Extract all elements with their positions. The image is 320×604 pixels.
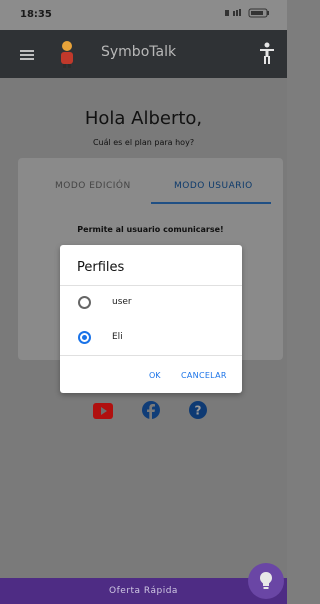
profiles-dialog: Perfiles user Eli OK CANCELAR [60, 245, 242, 393]
app-title: SymboTalk [101, 44, 177, 60]
tab-modo-usuario[interactable]: MODO USUARIO [174, 181, 253, 191]
radio-eli[interactable] [78, 331, 91, 344]
accessibility-icon[interactable] [259, 42, 275, 64]
menu-icon[interactable] [20, 50, 34, 60]
cancel-button[interactable]: CANCELAR [181, 371, 227, 380]
dialog-title: Perfiles [77, 260, 125, 275]
profile-option-user[interactable]: user [78, 295, 228, 313]
radio-user[interactable] [78, 296, 91, 309]
tab-modo-edicion[interactable]: MODO EDICIÓN [55, 181, 131, 191]
help-icon[interactable]: ? [188, 401, 208, 419]
tab-indicator [151, 202, 271, 204]
bottom-bar[interactable]: Oferta Rápida [0, 578, 287, 604]
quick-offer-fab[interactable] [248, 563, 284, 599]
lightbulb-icon [260, 572, 272, 589]
svg-text:?: ? [195, 404, 202, 418]
bottom-bar-label: Oferta Rápida [109, 586, 178, 596]
youtube-icon[interactable] [93, 402, 113, 420]
profile-option-label: user [112, 297, 132, 307]
greeting: Hola Alberto, [84, 108, 203, 129]
dialog-divider-bottom [60, 355, 242, 356]
status-time: 18:35 [20, 9, 52, 20]
facebook-icon[interactable] [141, 401, 161, 419]
app-bar: SymboTalk [0, 30, 287, 78]
profile-option-label: Eli [112, 332, 123, 342]
symbotalk-logo-icon [61, 41, 73, 68]
mode-description: Permite al usuario comunicarse! [77, 225, 224, 234]
status-icons [225, 8, 269, 18]
dialog-divider-top [60, 285, 242, 286]
ok-button[interactable]: OK [149, 371, 161, 380]
profile-option-eli[interactable]: Eli [78, 330, 228, 348]
status-indicators [225, 8, 273, 21]
greeting-subtitle: Cuál es el plan para hoy? [92, 138, 195, 147]
status-bar: 18:35 [0, 0, 287, 30]
